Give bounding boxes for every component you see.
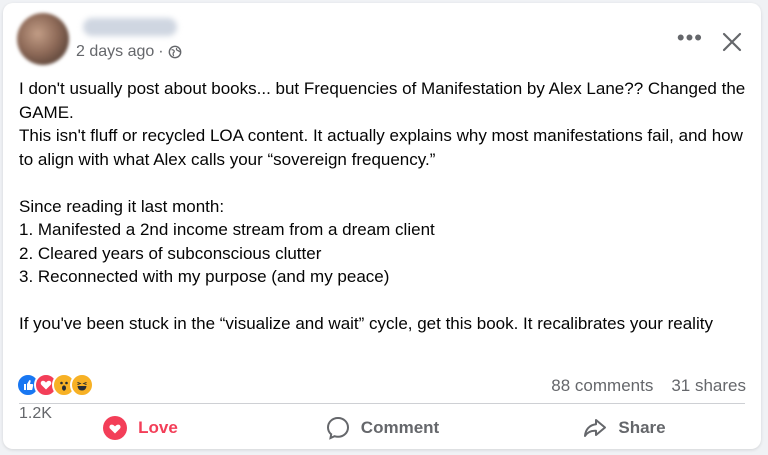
avatar[interactable] bbox=[17, 13, 69, 65]
share-label: Share bbox=[618, 418, 666, 437]
divider bbox=[19, 403, 745, 404]
comment-button[interactable]: Comment bbox=[261, 408, 503, 448]
comments-count[interactable]: 88 comments bbox=[551, 376, 653, 396]
share-button[interactable]: Share bbox=[503, 408, 745, 448]
post-stats: 88 comments 31 shares bbox=[551, 376, 746, 396]
more-options-icon[interactable]: ••• bbox=[677, 27, 703, 49]
meta-separator: · bbox=[158, 43, 164, 60]
post-body: I don't usually post about books... but … bbox=[19, 79, 746, 333]
post-card: 2 days ago · ••• I don't usually post ab… bbox=[3, 3, 761, 449]
love-label: Love bbox=[138, 418, 178, 437]
comment-icon bbox=[326, 416, 349, 440]
heart-icon bbox=[103, 416, 128, 440]
comment-label: Comment bbox=[360, 418, 440, 437]
shares-count[interactable]: 31 shares bbox=[671, 376, 746, 396]
love-button[interactable]: Love bbox=[19, 408, 261, 448]
reaction-icons[interactable] bbox=[16, 371, 94, 399]
close-icon[interactable] bbox=[721, 31, 743, 53]
post-meta: 2 days ago · bbox=[76, 43, 182, 61]
haha-icon bbox=[70, 373, 94, 397]
share-icon bbox=[584, 419, 607, 437]
globe-icon bbox=[168, 45, 181, 59]
action-bar: Love Comment Share bbox=[19, 408, 745, 448]
post-timestamp[interactable]: 2 days ago bbox=[76, 43, 154, 61]
poster-name-blurred[interactable] bbox=[83, 18, 177, 36]
